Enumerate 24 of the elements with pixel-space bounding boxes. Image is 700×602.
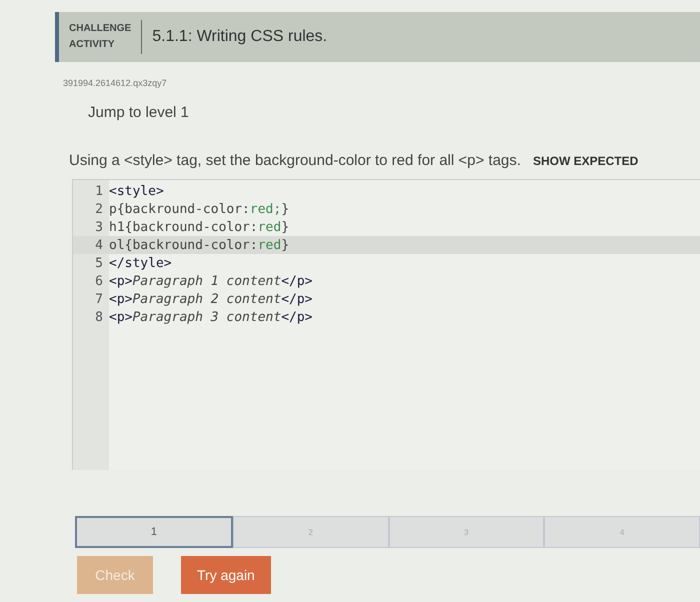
code-line: 7 <p>Paragraph 2 content</p> (73, 290, 700, 308)
code-line: 1 <style> (73, 182, 700, 200)
code-editor[interactable]: 1 <style> 2 p{backround-color:red;} 3 h1{backround-color:red} 4 ol{backround-color:red} 5 </style> 6 <p>Paragraph 1 content</p> 7 <p>Paragraph 2 content</p> 8 <p>Paragraph 3 content</p> (72, 179, 700, 470)
code-line: 3 h1{backround-color:red} (73, 218, 700, 236)
activity-title: 5.1.1: Writing CSS rules. (152, 28, 328, 46)
line-number: 3 (94, 220, 104, 234)
code-line: 6 <p>Paragraph 1 content</p> (73, 272, 700, 290)
line-number: 8 (94, 310, 104, 324)
line-number: 4 (94, 238, 104, 252)
line-number: 1 (94, 184, 104, 198)
activity-type-label: CHALLENGE ACTIVITY (69, 22, 132, 52)
level-step[interactable]: 1 (75, 516, 233, 548)
code-line: 8 <p>Paragraph 3 content</p> (73, 308, 700, 326)
line-number: 6 (94, 274, 104, 288)
try-again-button[interactable]: Try again (181, 556, 271, 594)
line-number: 2 (94, 202, 104, 216)
jump-to-level-link[interactable]: Jump to level 1 (88, 104, 189, 121)
code-line: 5 </style> (73, 254, 700, 272)
instructions-text: Using a <style> tag, set the background-color to red for all <p> tags. (69, 152, 521, 169)
show-expected-link[interactable]: SHOW EXPECTED (532, 154, 638, 168)
line-number: 5 (94, 256, 104, 270)
activity-id: 391994.2614612.qx3zqy7 (63, 78, 168, 88)
line-number: 7 (94, 292, 104, 306)
code-line: 2 p{backround-color:red;} (73, 200, 700, 218)
